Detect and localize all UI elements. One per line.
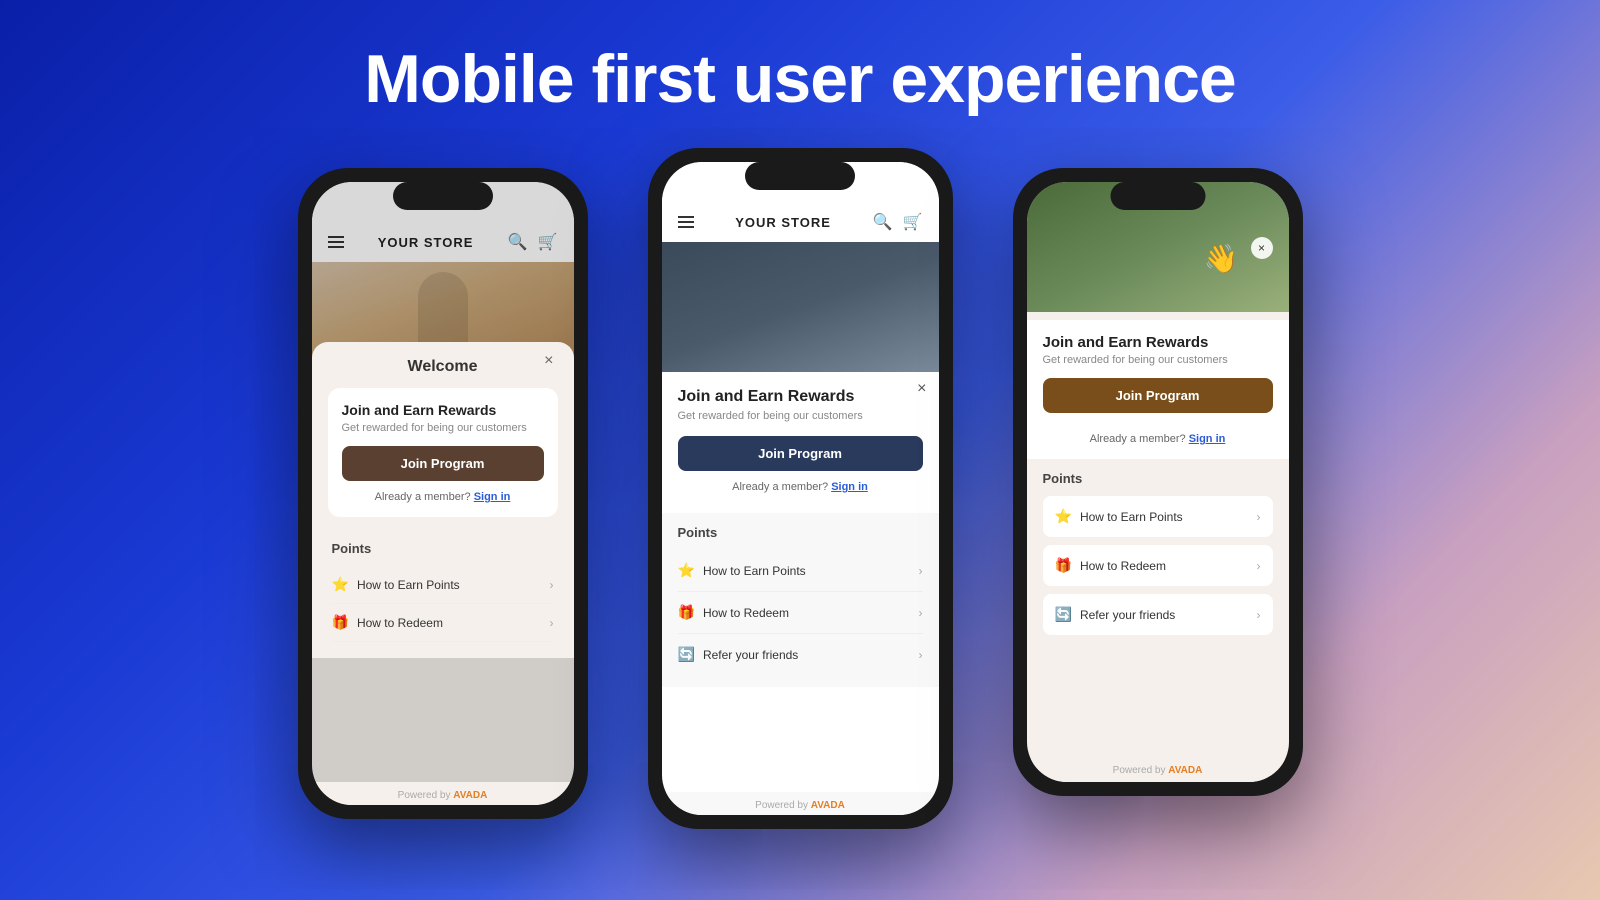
phone2-refer: 🔄 Refer your friends [678, 646, 799, 663]
close-btn-3[interactable]: × [1251, 237, 1273, 259]
phone2-points-item-3[interactable]: 🔄 Refer your friends › [678, 634, 923, 675]
refer-icon-2: 🔄 [678, 646, 695, 663]
chevron-1: › [550, 578, 554, 592]
star-icon-2: ⭐ [678, 562, 695, 579]
phone-1: YOUR STORE 🔍 🛒 × [298, 168, 588, 819]
dynamic-island-3 [1110, 182, 1205, 210]
phone2-reward-card: × Join and Earn Rewards Get rewarded for… [662, 372, 939, 509]
phone3-earn-points: ⭐ How to Earn Points [1055, 508, 1183, 525]
avada-link-2[interactable]: AVADA [811, 800, 845, 811]
phone1-screen: YOUR STORE 🔍 🛒 × [312, 182, 574, 782]
phone3-redeem: 🎁 How to Redeem [1055, 557, 1166, 574]
star-icon-3: ⭐ [1055, 508, 1072, 525]
dynamic-island-2 [745, 162, 855, 190]
phone1-earn-points: ⭐ How to Earn Points [332, 576, 460, 593]
hero-image-2 [662, 242, 939, 372]
phone3-powered-by: Powered by AVADA [1027, 759, 1289, 782]
chevron-7: › [1257, 559, 1261, 573]
phone1-reward-title: Join and Earn Rewards [342, 402, 544, 418]
phone2-powered-by: Powered by AVADA [662, 792, 939, 815]
cart-icon-2[interactable]: 🛒 [903, 212, 923, 232]
gift-icon-1: 🎁 [332, 614, 349, 631]
phone1-already-member: Already a member? Sign in [342, 491, 544, 503]
sign-in-link-1[interactable]: Sign in [474, 491, 511, 503]
phone2-points-item-2[interactable]: 🎁 How to Redeem › [678, 592, 923, 634]
phones-container: YOUR STORE 🔍 🛒 × [0, 168, 1600, 829]
phone3-screen: × 👋 Join and Earn Rewards Get rewarded f… [1027, 182, 1289, 782]
phone1-powered-by: Powered by AVADA [312, 782, 574, 805]
close-btn-1[interactable]: × [544, 352, 553, 370]
sign-in-link-2[interactable]: Sign in [831, 481, 868, 493]
phone2-reward-subtitle: Get rewarded for being our customers [678, 410, 923, 422]
page-title: Mobile first user experience [364, 40, 1235, 118]
close-btn-2[interactable]: × [917, 380, 926, 398]
phone1-reward-subtitle: Get rewarded for being our customers [342, 422, 544, 434]
phone3-points-item-3[interactable]: 🔄 Refer your friends › [1043, 594, 1273, 635]
chevron-5: › [919, 648, 923, 662]
avada-link-3[interactable]: AVADA [1168, 765, 1202, 776]
phone3-reward-card: Join and Earn Rewards Get rewarded for b… [1027, 320, 1289, 459]
phone2-points-item-1[interactable]: ⭐ How to Earn Points › [678, 550, 923, 592]
chevron-6: › [1257, 510, 1261, 524]
phone3-already-member: Already a member? Sign in [1043, 433, 1273, 445]
phone3-points-title: Points [1043, 471, 1273, 486]
phone3-refer: 🔄 Refer your friends [1055, 606, 1176, 623]
phone-3: × 👋 Join and Earn Rewards Get rewarded f… [1013, 168, 1303, 796]
join-program-btn-3[interactable]: Join Program [1043, 378, 1273, 413]
phone2-points-section: Points ⭐ How to Earn Points › 🎁 How to R… [662, 513, 939, 687]
phone2-screen: YOUR STORE 🔍 🛒 × Join and Earn Rewards G… [662, 162, 939, 792]
phone2-store-name: YOUR STORE [735, 215, 831, 230]
phone1-points-title: Points [332, 541, 554, 556]
chevron-3: › [919, 564, 923, 578]
phone3-points-item-2[interactable]: 🎁 How to Redeem › [1043, 545, 1273, 586]
phone2-points-title: Points [678, 525, 923, 540]
phone2-earn-points: ⭐ How to Earn Points [678, 562, 806, 579]
phone3-points-section: Points ⭐ How to Earn Points › 🎁 How to R… [1027, 459, 1289, 655]
phone3-reward-subtitle: Get rewarded for being our customers [1043, 354, 1273, 366]
chevron-8: › [1257, 608, 1261, 622]
phone1-welcome-modal: Welcome Join and Earn Rewards Get reward… [312, 342, 574, 658]
refer-icon-3: 🔄 [1055, 606, 1072, 623]
sign-in-link-3[interactable]: Sign in [1189, 433, 1226, 445]
phone2-redeem: 🎁 How to Redeem [678, 604, 789, 621]
phone1-points-section: Points ⭐ How to Earn Points › 🎁 [328, 529, 558, 642]
phone1-modal-overlay: × Welcome Join and Earn Rewards Get rewa… [312, 182, 574, 782]
phone1-modal-title: Welcome [328, 358, 558, 376]
join-program-btn-1[interactable]: Join Program [342, 446, 544, 481]
chevron-2: › [550, 616, 554, 630]
chevron-4: › [919, 606, 923, 620]
phone3-points-item-1[interactable]: ⭐ How to Earn Points › [1043, 496, 1273, 537]
phone3-reward-title: Join and Earn Rewards [1043, 334, 1273, 351]
phone1-points-item-2[interactable]: 🎁 How to Redeem › [332, 604, 554, 642]
gift-icon-3: 🎁 [1055, 557, 1072, 574]
phone1-redeem: 🎁 How to Redeem [332, 614, 443, 631]
phone1-reward-card: Join and Earn Rewards Get rewarded for b… [328, 388, 558, 517]
gift-icon-2: 🎁 [678, 604, 695, 621]
join-program-btn-2[interactable]: Join Program [678, 436, 923, 471]
search-icon-2[interactable]: 🔍 [873, 212, 893, 232]
hamburger-icon-2[interactable] [678, 216, 694, 228]
phone2-header-icons: 🔍 🛒 [873, 212, 923, 232]
wave-emoji: 👋 [1204, 242, 1239, 275]
dynamic-island-1 [393, 182, 493, 210]
avada-link-1[interactable]: AVADA [453, 790, 487, 801]
phone2-already-member: Already a member? Sign in [678, 481, 923, 493]
phone-2: YOUR STORE 🔍 🛒 × Join and Earn Rewards G… [648, 148, 953, 829]
phone1-points-item-1[interactable]: ⭐ How to Earn Points › [332, 566, 554, 604]
star-icon-1: ⭐ [332, 576, 349, 593]
phone2-reward-title: Join and Earn Rewards [678, 388, 923, 406]
